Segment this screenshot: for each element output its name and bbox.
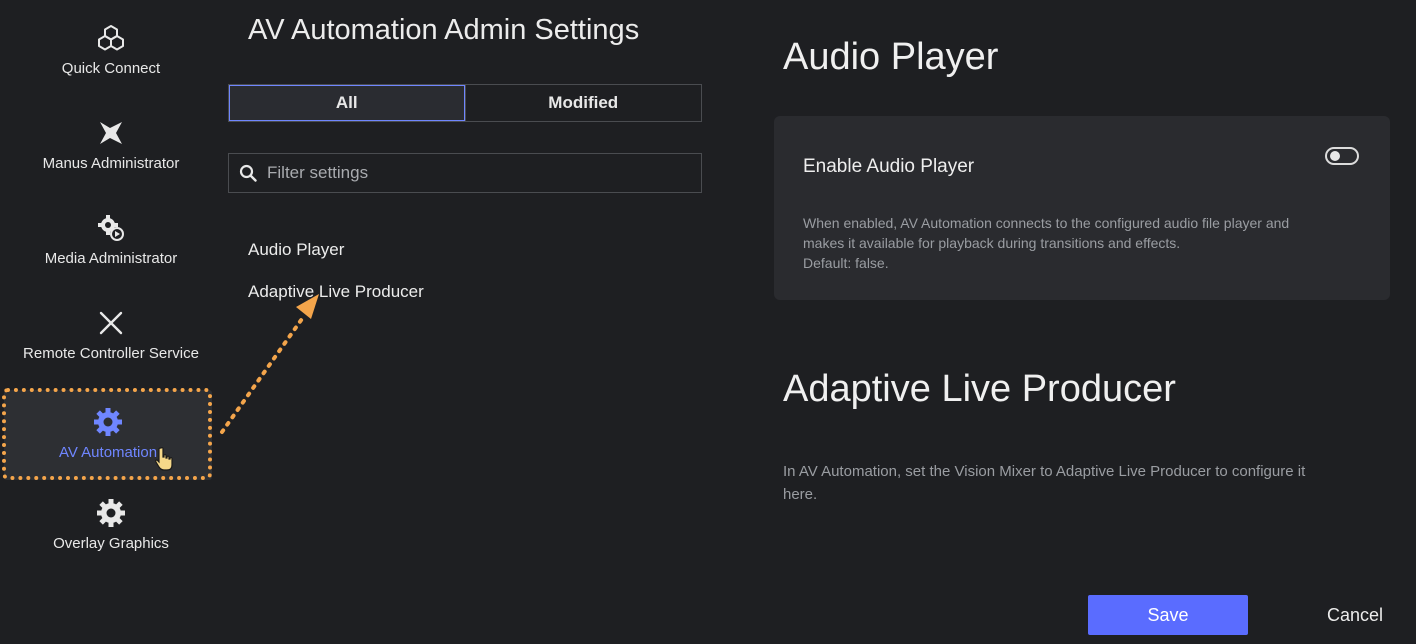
search-box	[228, 153, 702, 193]
filter-tabs: All Modified	[228, 84, 702, 122]
save-button[interactable]: Save	[1088, 595, 1248, 635]
sidebar-item-av-automation[interactable]: AV Automation	[4, 390, 212, 480]
search-icon	[239, 164, 257, 182]
sidebar-item-label: Remote Controller Service	[23, 345, 199, 362]
sidebar-item-label: Overlay Graphics	[53, 535, 169, 552]
adaptive-live-producer-description: In AV Automation, set the Vision Mixer t…	[783, 463, 1306, 503]
sidebar-item-overlay-graphics[interactable]: Overlay Graphics	[0, 475, 222, 555]
setting-card-enable-audio-player: Enable Audio Player When enabled, AV Aut…	[774, 116, 1390, 300]
default-value-text: Default: false.	[803, 255, 889, 271]
description-line: makes it available for playback during t…	[803, 235, 1181, 251]
sidebar-item-manus-administrator[interactable]: Manus Administrator	[0, 95, 222, 175]
sidebar-item-label: AV Automation	[58, 444, 158, 461]
manus-logo-icon	[93, 115, 129, 151]
sidebar-item-label: Manus Administrator	[42, 155, 180, 172]
tab-all[interactable]: All	[229, 85, 465, 121]
settings-link-adaptive-live-producer[interactable]: Adaptive Live Producer	[248, 282, 424, 302]
setting-title: Enable Audio Player	[803, 156, 975, 177]
app-window: Quick Connect Manus Administrator Media …	[0, 0, 1416, 644]
setting-description: When enabled, AV Automation connects to …	[803, 213, 1373, 273]
cancel-button[interactable]: Cancel	[1310, 595, 1400, 635]
gear-icon	[90, 404, 126, 440]
close-x-icon	[93, 305, 129, 341]
settings-panel: AV Automation Admin Settings All Modifie…	[228, 0, 708, 644]
settings-content: Audio Player Enable Audio Player When en…	[774, 0, 1394, 644]
hand-pointer-cursor-icon	[154, 446, 176, 477]
sidebar-item-remote-controller-service[interactable]: Remote Controller Service	[0, 285, 222, 365]
section-title-audio-player: Audio Player	[783, 36, 999, 78]
gear-icon	[93, 495, 129, 531]
cubes-icon	[93, 20, 129, 56]
sidebar-item-media-administrator[interactable]: Media Administrator	[0, 190, 222, 270]
tab-modified[interactable]: Modified	[464, 85, 702, 121]
settings-link-audio-player[interactable]: Audio Player	[248, 240, 344, 260]
page-title: AV Automation Admin Settings	[248, 14, 640, 46]
description-line: When enabled, AV Automation connects to …	[803, 215, 1290, 231]
media-gear-icon	[93, 210, 129, 246]
search-input[interactable]	[265, 162, 701, 184]
sidebar-item-label: Media Administrator	[44, 250, 178, 267]
sidebar: Quick Connect Manus Administrator Media …	[0, 0, 222, 644]
toggle-knob	[1330, 151, 1340, 161]
sidebar-item-quick-connect[interactable]: Quick Connect	[0, 0, 222, 80]
sidebar-item-label: Quick Connect	[61, 60, 161, 77]
enable-audio-player-toggle[interactable]	[1325, 147, 1359, 165]
section-title-adaptive-live-producer: Adaptive Live Producer	[783, 368, 1176, 410]
